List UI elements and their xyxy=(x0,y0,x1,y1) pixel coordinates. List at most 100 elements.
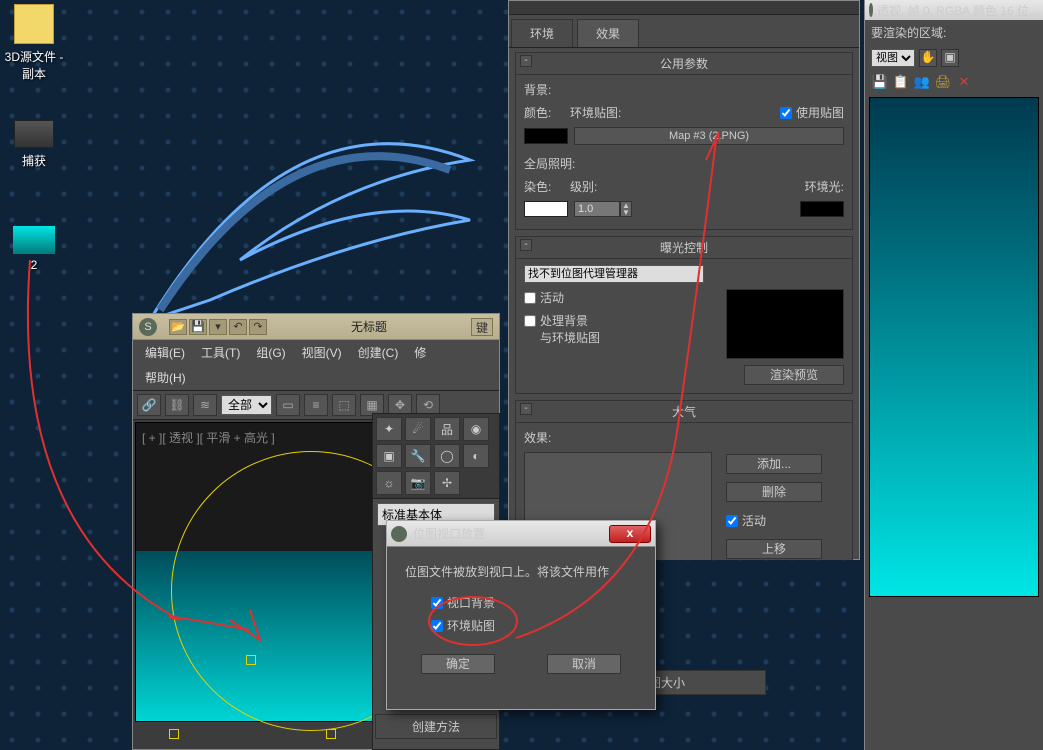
menu-edit[interactable]: 编辑(E) xyxy=(137,342,193,363)
render-preview-button[interactable]: 渲染预览 xyxy=(744,365,844,385)
atmo-active-checkbox[interactable]: 活动 xyxy=(726,512,822,529)
image-icon xyxy=(14,120,54,148)
ambient-swatch[interactable] xyxy=(800,201,844,217)
ambient-label: 环境光: xyxy=(805,178,844,195)
bitmap-placement-dialog: 位图视口放置 x 位图文件被放到视口上。将该文件用作 视口背景 环境贴图 确定 … xyxy=(386,520,656,710)
menu-group[interactable]: 组(G) xyxy=(248,342,293,363)
app-logo-icon xyxy=(869,3,873,17)
open-icon[interactable]: 📂 xyxy=(169,319,187,335)
render-toolbar: 💾 📋 👥 🖨 ✕ xyxy=(865,71,1043,93)
menu-mod[interactable]: 修 xyxy=(406,342,434,363)
viewport-bg-checkbox[interactable]: 视口背景 xyxy=(431,594,637,611)
procbg-checkbox[interactable]: 处理背景 xyxy=(524,312,600,329)
auto-region-icon[interactable]: ▣ xyxy=(941,49,959,67)
use-map-checkbox[interactable]: 使用贴图 xyxy=(780,104,844,121)
folder-3d-source[interactable]: 3D源文件 - 副本 xyxy=(4,4,64,82)
bg-label: 背景: xyxy=(524,81,564,98)
name-select-icon[interactable]: ≡ xyxy=(304,394,328,416)
link-icon[interactable]: 🔗 xyxy=(137,394,161,416)
cancel-button[interactable]: 取消 xyxy=(547,654,621,674)
tab-create-icon[interactable]: ✦ xyxy=(376,417,402,441)
folder-label: 3D源文件 - 副本 xyxy=(4,48,64,82)
tab-modify-icon[interactable]: ☄ xyxy=(405,417,431,441)
unlink-icon[interactable]: ⛓ xyxy=(165,394,189,416)
modal-titlebar[interactable]: 位图视口放置 x xyxy=(387,521,655,547)
geom-icon[interactable]: ◯ xyxy=(434,444,460,468)
rollout-create-method[interactable]: 创建方法 xyxy=(375,714,497,739)
add-button[interactable]: 添加... xyxy=(726,454,822,474)
color-label: 颜色: xyxy=(524,104,564,121)
quick-access-button[interactable]: 键 xyxy=(471,318,493,336)
cameras-icon[interactable]: 📷 xyxy=(405,471,431,495)
level-spinner[interactable]: 1.0▲▼ xyxy=(574,201,632,217)
withenv-label: 与环境贴图 xyxy=(540,329,600,346)
rollout-atmosphere[interactable]: -大气 xyxy=(516,401,852,423)
render-titlebar[interactable]: 透视, 帧 0, RGBA 颜色 16 位... xyxy=(865,0,1043,20)
tab-effects[interactable]: 效果 xyxy=(577,19,639,47)
copy-icon[interactable]: 📋 xyxy=(892,73,910,91)
exposure-preview xyxy=(726,289,844,359)
teal-thumb[interactable]: 2 xyxy=(4,226,64,272)
ok-button[interactable]: 确定 xyxy=(421,654,495,674)
tab-environment[interactable]: 环境 xyxy=(511,19,573,47)
print-icon[interactable]: 🖨 xyxy=(934,73,952,91)
dropdown-icon[interactable]: ▾ xyxy=(209,319,227,335)
menu-views[interactable]: 视图(V) xyxy=(294,342,350,363)
app-logo-icon: S xyxy=(139,318,157,336)
handle-icon[interactable] xyxy=(246,655,256,665)
redo-icon[interactable]: ↷ xyxy=(249,319,267,335)
bind-icon[interactable]: ≋ xyxy=(193,394,217,416)
close-button[interactable]: x xyxy=(609,525,651,543)
handle-icon[interactable] xyxy=(169,729,179,739)
undo-icon[interactable]: ↶ xyxy=(229,319,247,335)
rect-region-icon[interactable]: ⬚ xyxy=(332,394,356,416)
level-label: 级别: xyxy=(570,178,606,195)
globillum-label: 全局照明: xyxy=(524,155,594,172)
delete-button[interactable]: 删除 xyxy=(726,482,822,502)
menu-help[interactable]: 帮助(H) xyxy=(137,367,194,388)
modal-message: 位图文件被放到视口上。将该文件用作 xyxy=(405,563,637,580)
render-frame-window: 透视, 帧 0, RGBA 颜色 16 位... 要渲染的区域: 视图 ✋ ▣ … xyxy=(864,0,1043,750)
bg-color-swatch[interactable] xyxy=(524,128,568,144)
viewport-label[interactable]: [ + ][ 透视 ][ 平滑 + 高光 ] xyxy=(142,429,275,446)
save-icon[interactable]: 💾 xyxy=(189,319,207,335)
region-dropdown[interactable]: 视图 xyxy=(871,49,915,67)
exposure-dropdown[interactable]: 找不到位图代理管理器 xyxy=(524,265,704,283)
image-icon xyxy=(13,226,55,254)
render-output xyxy=(869,97,1039,597)
modal-title: 位图视口放置 xyxy=(413,525,485,542)
app-title: 无标题 xyxy=(267,318,471,335)
helpers-icon[interactable]: ✢ xyxy=(434,471,460,495)
region-label: 要渲染的区域: xyxy=(871,24,946,41)
env-map-checkbox[interactable]: 环境贴图 xyxy=(431,617,637,634)
shapes-icon[interactable]: ◐ xyxy=(463,444,489,468)
clear-icon[interactable]: ✕ xyxy=(955,73,973,91)
select-icon[interactable]: ▭ xyxy=(276,394,300,416)
capture-label: 捕获 xyxy=(4,152,64,169)
rollout-exposure[interactable]: -曝光控制 xyxy=(516,237,852,259)
teal-label: 2 xyxy=(4,258,64,272)
fx-label: 效果: xyxy=(524,429,564,446)
menu-create[interactable]: 创建(C) xyxy=(350,342,407,363)
clone-icon[interactable]: 👥 xyxy=(913,73,931,91)
save-icon[interactable]: 💾 xyxy=(871,73,889,91)
capture-thumb[interactable]: 捕获 xyxy=(4,120,64,169)
handle-icon[interactable] xyxy=(326,729,336,739)
active-checkbox[interactable]: 活动 xyxy=(524,289,600,306)
tab-display-icon[interactable]: ▣ xyxy=(376,444,402,468)
tint-swatch[interactable] xyxy=(524,201,568,217)
app-titlebar[interactable]: S 📂 💾 ▾ ↶ ↷ 无标题 键 xyxy=(133,314,499,340)
env-titlebar[interactable] xyxy=(509,1,859,15)
env-map-button[interactable]: Map #3 (2.PNG) xyxy=(574,127,844,145)
menu-tools[interactable]: 工具(T) xyxy=(193,342,248,363)
lights-icon[interactable]: ☼ xyxy=(376,471,402,495)
tab-hierarchy-icon[interactable]: 品 xyxy=(434,417,460,441)
selection-filter[interactable]: 全部 xyxy=(221,395,272,415)
app-menubar: 编辑(E) 工具(T) 组(G) 视图(V) 创建(C) 修 帮助(H) xyxy=(133,340,499,391)
move-up-button[interactable]: 上移 xyxy=(726,539,822,559)
rollout-common-params[interactable]: -公用参数 xyxy=(516,53,852,75)
edit-region-icon[interactable]: ✋ xyxy=(919,49,937,67)
tab-motion-icon[interactable]: ◉ xyxy=(463,417,489,441)
tab-utilities-icon[interactable]: 🔧 xyxy=(405,444,431,468)
app-logo-icon xyxy=(391,526,407,542)
